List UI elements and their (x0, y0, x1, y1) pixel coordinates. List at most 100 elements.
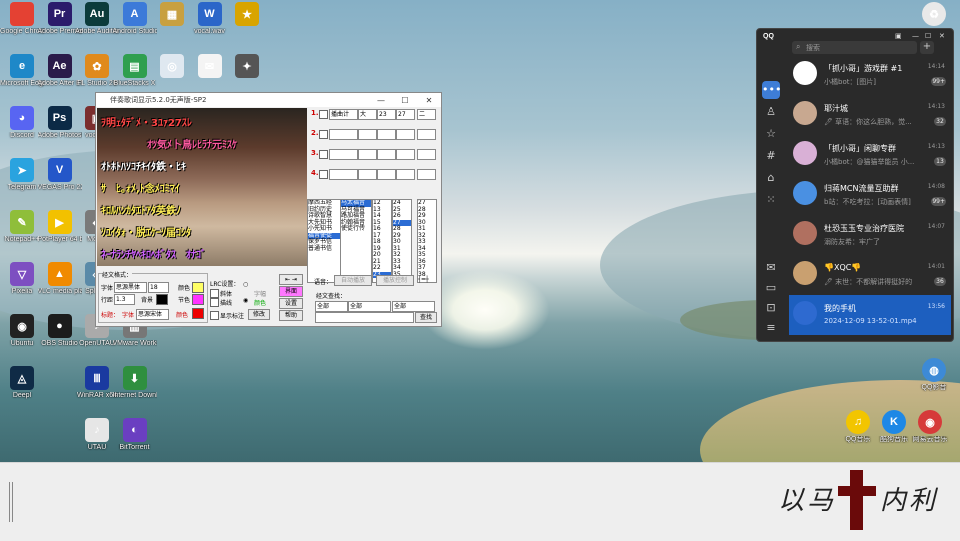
conversation-item[interactable]: 「抓小哥」游戏群 #1 小橘bot：[图片] 14:14 99+ (789, 55, 951, 95)
text-color-swatch[interactable] (192, 282, 204, 293)
search-scope-a[interactable]: 全部 (315, 301, 348, 312)
slot-mode-select[interactable]: 播曲计 (329, 109, 358, 120)
modify-button[interactable]: 修改 (248, 309, 270, 320)
play-controls-small[interactable]: ⇤ ⇥ (279, 274, 303, 285)
interface-button[interactable]: 界面 (279, 286, 303, 297)
conversation-item[interactable]: 👎XQC👎 🖊 末世：不都解讲得挺好的 14:01 36 (789, 255, 951, 295)
minimize-icon[interactable]: — (369, 96, 393, 105)
slot-size-select[interactable]: 23 (377, 109, 396, 120)
auto-play-button[interactable]: 自动播放 (334, 275, 372, 286)
close-icon[interactable]: ✕ (417, 96, 441, 105)
desktop-icon[interactable]: ◉ 网易云音乐 (908, 410, 952, 444)
nav-bookmark-icon[interactable]: ⊡ (762, 299, 780, 317)
nav-apps-icon[interactable]: ⁙ (762, 191, 780, 209)
slot-checkbox[interactable] (319, 110, 328, 119)
nav-messages-icon[interactable]: ••• (762, 81, 781, 99)
nav-space-icon[interactable]: ⌂ (762, 169, 780, 187)
desktop-icon[interactable]: ★ (225, 2, 269, 28)
background-color-swatch[interactable] (156, 294, 168, 305)
desktop-icon[interactable]: ◍ QQ影音 (912, 358, 956, 392)
slot-size-select[interactable] (377, 149, 396, 160)
conversation-item[interactable]: 我的手机 2024-12-09 13-52-01.mp4 13:56 (789, 295, 951, 335)
title-color-swatch[interactable] (192, 308, 204, 319)
conversation-time: 14:14 (927, 63, 945, 70)
qq-logo: QQ (763, 33, 774, 40)
slot-checkbox[interactable] (319, 150, 328, 159)
slot-size-select[interactable] (377, 169, 396, 180)
settings-button[interactable]: 设置 (279, 298, 303, 309)
desktop-icon[interactable]: ◬ Deepl (0, 366, 44, 400)
title-font-select[interactable]: 思源宋体 (136, 309, 169, 320)
slot-checkbox[interactable] (319, 130, 328, 139)
qq-search-input[interactable]: ⌕ 搜索 (792, 41, 917, 54)
search-scope-c[interactable]: 全部 (392, 301, 435, 312)
help-button[interactable]: 帮助 (279, 310, 303, 321)
conversation-time: 14:07 (927, 223, 945, 230)
nav-menu-icon[interactable]: ≡ (762, 319, 780, 337)
taskbar-handle[interactable] (9, 482, 13, 522)
radio-color[interactable]: ◉ (243, 297, 248, 304)
list-item[interactable]: 普通书信 (308, 245, 340, 253)
qq-minimize-icon[interactable]: — (912, 32, 919, 40)
slot-style-select[interactable]: 大 (358, 109, 377, 120)
conversation-item[interactable]: 归蒋MCN流量互助群 b站：不吃考拉：[动画表情] 14:08 99+ (789, 175, 951, 215)
nav-channel-icon[interactable]: # (762, 147, 780, 165)
search-button[interactable]: 查找 (415, 312, 437, 323)
slot-mode-select[interactable] (329, 149, 358, 160)
conversation-item[interactable]: 耶汁城 🖊 草语：你这么胆熟，觉... 14:13 32 (789, 95, 951, 135)
font-select[interactable]: 思源黑体 (114, 282, 147, 293)
slot-a-select[interactable] (396, 129, 415, 140)
qq-window[interactable]: QQ ▣ — ☐ ✕ ⌕ 搜索 + ••• ♙ ☆ # ⌂ ⁙ ✉ ▭ ⊡ ≡ … (756, 28, 954, 342)
slot-a-select[interactable]: 27 (396, 109, 415, 120)
line-spacing-select[interactable]: 1.3 (114, 294, 135, 305)
slot-b-select[interactable] (417, 149, 436, 160)
desktop-icon[interactable]: ◐ BitTorrent (113, 418, 157, 452)
slot-a-select[interactable] (396, 169, 415, 180)
play-control-button[interactable]: 播放控制 (376, 275, 414, 286)
slot-style-select[interactable] (358, 169, 377, 180)
slot-size-select[interactable] (377, 129, 396, 140)
qq-maximize-icon[interactable]: ☐ (925, 32, 931, 40)
search-scope-b[interactable]: 全部 (348, 301, 391, 312)
conversation-item[interactable]: 「抓小哥」闲聊专群 小橘bot：@猫猫举能员 小... 14:13 13 (789, 135, 951, 175)
slot-style-select[interactable] (358, 149, 377, 160)
karaoke-titlebar[interactable]: 伴奏歌词显示5.2.0无声版-SP2 — ☐ ✕ (96, 93, 441, 107)
italic-checkbox[interactable] (210, 289, 219, 298)
slot-b-select[interactable] (417, 129, 436, 140)
chapter-end-list[interactable]: 27 28 29 30 31 32 33 34 35 36 37 38 (417, 199, 437, 283)
desktop-icon[interactable]: ♻ (912, 2, 956, 28)
chapter-mid-list[interactable]: 24 25 26 27 28 29 30 31 32 33 34 35 (392, 199, 412, 283)
size-select[interactable]: 18 (148, 282, 169, 293)
list-item[interactable]: 使徒行传 (341, 225, 371, 233)
desktop-icon[interactable]: ⬇ Internet Downloa... (113, 366, 157, 400)
desktop-icon[interactable]: V VEGAS Pro 22 (38, 158, 82, 192)
volume-slider[interactable]: ┤━┼ (418, 276, 429, 283)
avatar (793, 101, 817, 125)
book-list[interactable]: 马太福音 马可福音 路加福音 约翰福音 使徒行传 (340, 199, 372, 283)
nav-folder-icon[interactable]: ▭ (762, 279, 780, 297)
show-annotation-checkbox[interactable] (210, 311, 219, 320)
radio-width[interactable]: ○ (243, 281, 248, 288)
nav-contacts-icon[interactable]: ♙ (762, 103, 780, 121)
karaoke-window[interactable]: 伴奏歌词显示5.2.0无声版-SP2 — ☐ ✕ ｦ明ｪﾀﾃﾞﾒ・3ﾕｧ27ｽﾚ… (95, 92, 442, 327)
qq-pin-icon[interactable]: ▣ (895, 32, 902, 40)
search-input[interactable] (315, 312, 414, 323)
slot-b-select[interactable]: 二 (417, 109, 436, 120)
book-category-list[interactable]: 摩西五经 旧约历史 诗歌智慧 大先知书 小先知书 福音使徒 保罗书信 普通书信 (307, 199, 341, 283)
nav-mail-icon[interactable]: ✉ (762, 259, 780, 277)
slot-b-select[interactable] (417, 169, 436, 180)
slot-a-select[interactable] (396, 149, 415, 160)
maximize-icon[interactable]: ☐ (393, 96, 417, 105)
slot-checkbox[interactable] (319, 170, 328, 179)
outline-checkbox[interactable] (210, 298, 219, 307)
section-color-swatch[interactable] (192, 294, 204, 305)
slot-mode-select[interactable] (329, 129, 358, 140)
chapter-start-list[interactable]: 12 13 14 15 16 17 18 19 20 21 22 23 (372, 199, 392, 283)
desktop-icon[interactable]: ✦ (225, 54, 269, 80)
qq-close-icon[interactable]: ✕ (939, 32, 945, 40)
slot-style-select[interactable] (358, 129, 377, 140)
conversation-item[interactable]: 杜恐玉玉专业治疗医院 溺防友希：牢广了 14:07 (789, 215, 951, 255)
slot-mode-select[interactable] (329, 169, 358, 180)
nav-favorites-icon[interactable]: ☆ (762, 125, 780, 143)
add-icon[interactable]: + (920, 41, 934, 54)
